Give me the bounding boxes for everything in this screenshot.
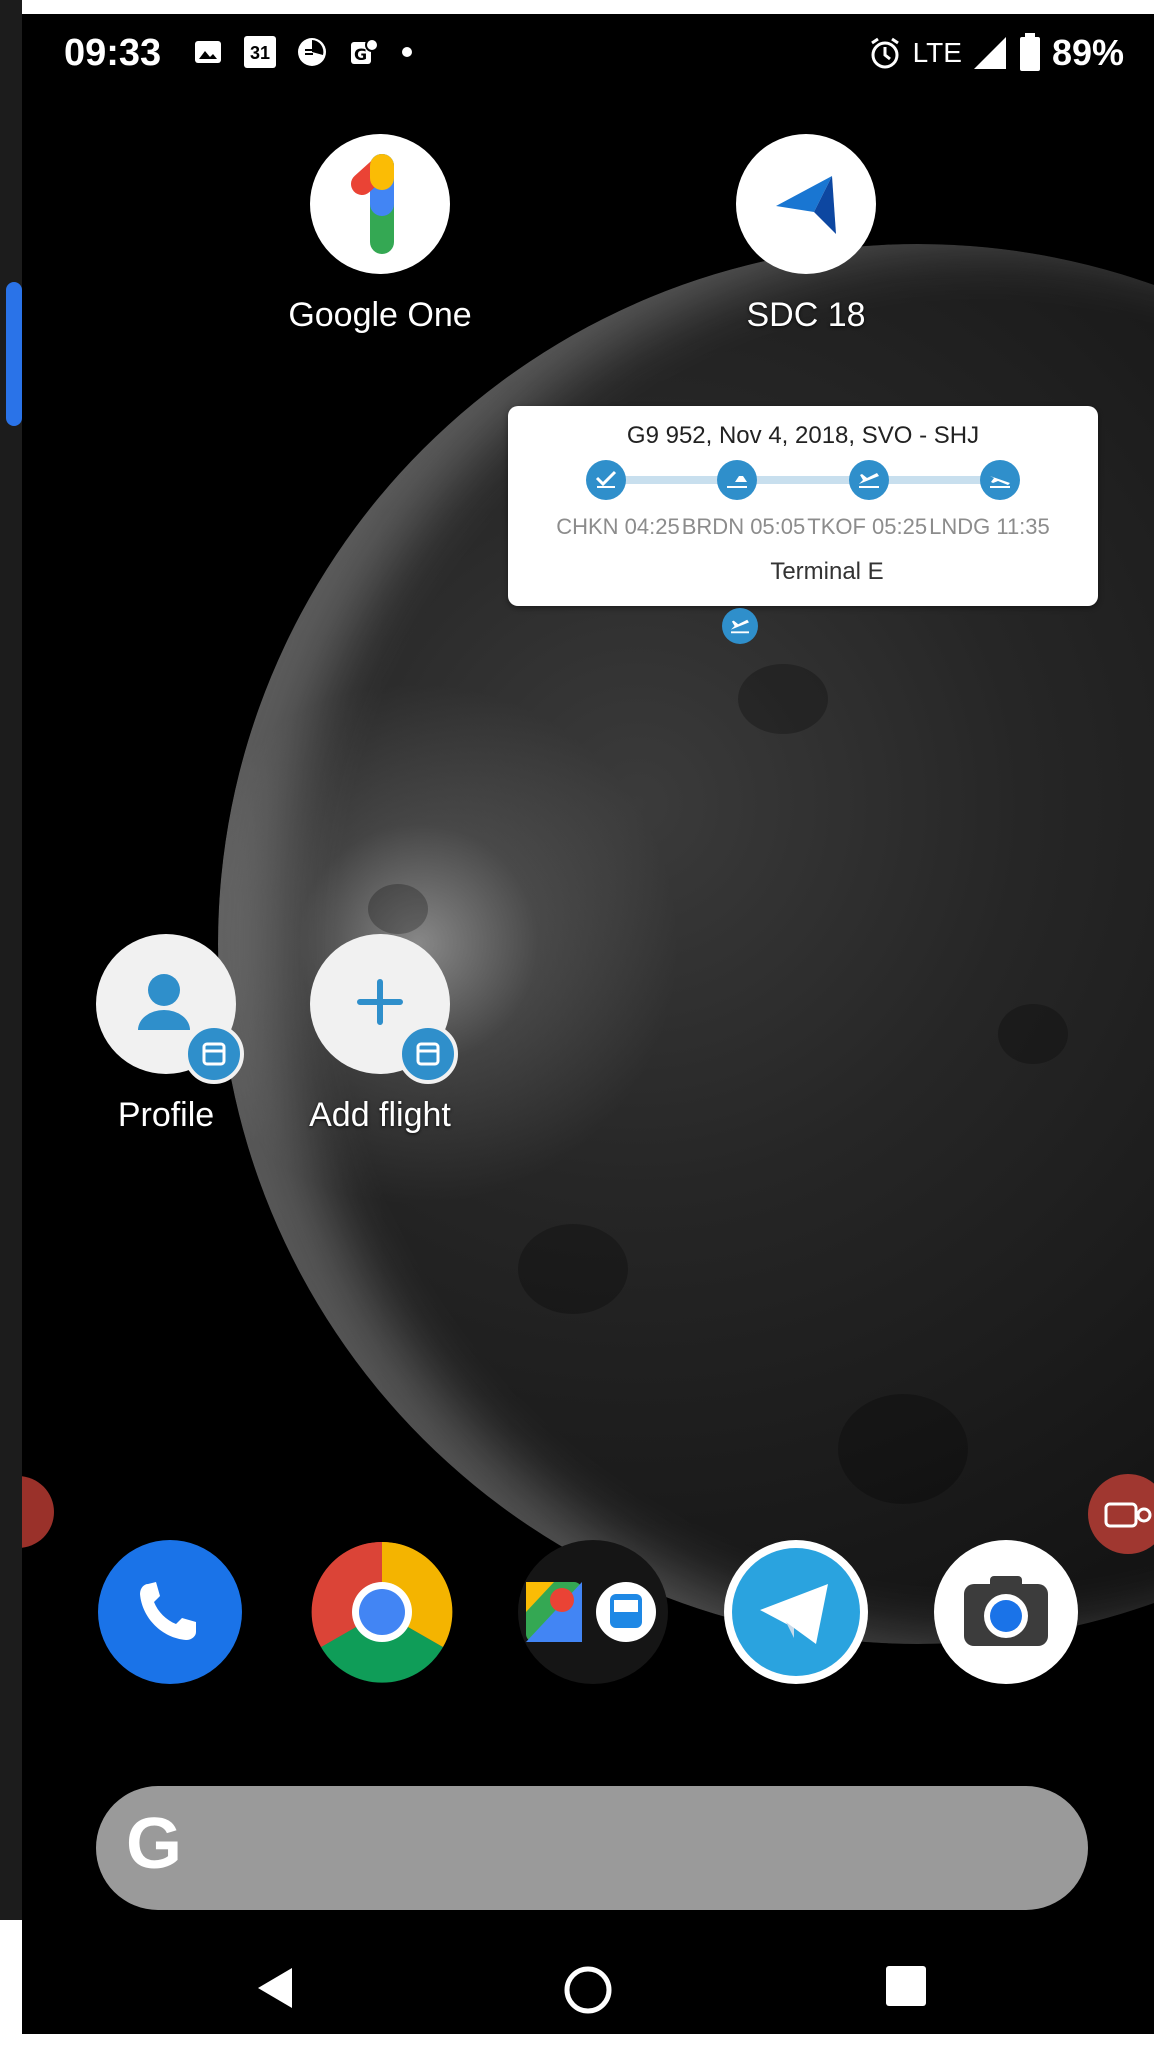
boarding-time: BRDN 05:05	[681, 514, 806, 539]
battery-percent: 89%	[1051, 32, 1124, 73]
flight-progress-track	[606, 476, 1010, 484]
flight-widget[interactable]: G9 952, Nov 4, 2018, SVO - SHJ CHKN 04:2…	[508, 406, 1098, 644]
image-icon	[195, 41, 221, 63]
notification-icons: 31 G	[192, 36, 414, 68]
camera-icon	[964, 1576, 1048, 1646]
sdc-app-icon	[736, 134, 876, 274]
system-status: LTE 89%	[867, 32, 1124, 74]
boarding-plane-icon	[717, 460, 757, 500]
navigation-bar	[22, 1934, 1154, 2034]
back-button[interactable]	[252, 1964, 300, 2012]
checkin-time: CHKN 04:25	[556, 514, 680, 539]
home-button[interactable]	[562, 1964, 614, 2016]
dock	[22, 1540, 1154, 1690]
takeoff-plane-icon	[849, 460, 889, 500]
battery-icon	[1019, 33, 1040, 71]
camera-app[interactable]	[934, 1540, 1078, 1684]
person-icon	[96, 934, 244, 1084]
google-one-icon	[310, 134, 450, 274]
shortcut-profile[interactable]: Profile	[66, 934, 266, 1135]
svg-text:G: G	[354, 45, 367, 64]
signal-icon	[973, 37, 1006, 69]
app-label: Google One	[288, 296, 472, 334]
landing-plane-icon	[980, 460, 1020, 500]
recents-button[interactable]	[884, 1964, 928, 2008]
chrome-app[interactable]	[310, 1540, 454, 1684]
plus-icon	[310, 934, 458, 1084]
status-bar: 09:33 31 G LTE 89%	[22, 14, 1154, 90]
pie-app-icon	[298, 38, 326, 66]
checkin-check-icon	[586, 460, 626, 500]
more-notifications-dot	[402, 47, 412, 57]
landing-time: LNDG 11:35	[929, 514, 1050, 539]
alarm-icon	[870, 37, 899, 69]
terminal-label: Terminal E	[770, 558, 884, 585]
left-edge-panel	[0, 0, 22, 1920]
calendar-icon: 31	[244, 36, 276, 68]
maps-notification-icon: G	[351, 38, 379, 64]
telegram-icon	[732, 1548, 860, 1676]
takeoff-time: TKOF 05:25	[807, 514, 928, 539]
phone-icon	[140, 1582, 196, 1640]
shortcut-label: Profile	[117, 1096, 215, 1134]
google-search-bar[interactable]: G	[96, 1786, 1088, 1910]
widget-badge-icon	[398, 1024, 458, 1084]
flight-title: G9 952, Nov 4, 2018, SVO - SHJ	[626, 422, 980, 449]
app-sdc-18[interactable]: SDC 18	[706, 134, 906, 335]
shortcut-add-flight[interactable]: Add flight	[280, 934, 480, 1135]
maps-folder[interactable]	[518, 1540, 668, 1684]
flight-times: CHKN 04:25 BRDN 05:05 TKOF 05:25 LNDG 11…	[508, 514, 1098, 540]
maps-folder-icon	[526, 1582, 656, 1642]
scroll-indicator[interactable]	[6, 282, 22, 426]
status-time: 09:33	[64, 32, 162, 74]
home-screen: 09:33 31 G LTE 89% Google One SDC 18 G9 …	[22, 14, 1154, 2034]
app-label: SDC 18	[746, 296, 866, 334]
google-g-icon: G	[126, 1804, 183, 1884]
shortcut-label: Add flight	[309, 1096, 451, 1134]
floating-bubble-left[interactable]	[22, 1476, 54, 1548]
chrome-icon	[311, 1541, 453, 1683]
network-type: LTE	[912, 37, 962, 68]
terminal-info: Terminal E	[508, 554, 1098, 644]
phone-app[interactable]	[98, 1540, 242, 1684]
widget-badge-icon	[184, 1024, 244, 1084]
telegram-app[interactable]	[724, 1540, 868, 1684]
app-google-one[interactable]: Google One	[280, 134, 480, 335]
